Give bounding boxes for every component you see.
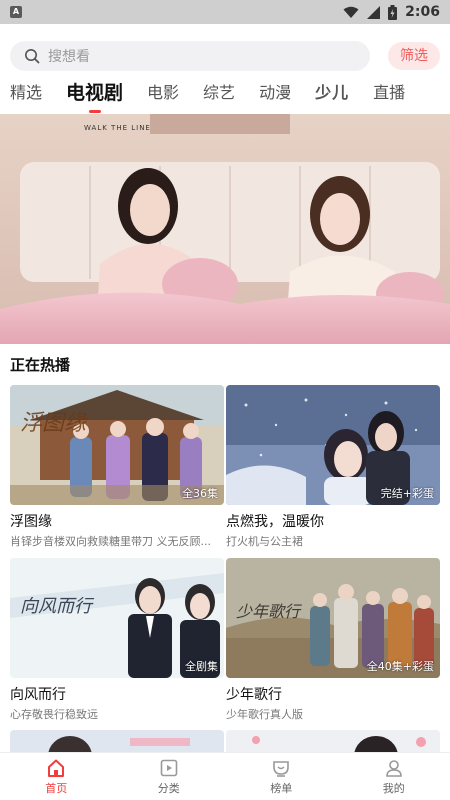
tab-kids[interactable]: 少儿 bbox=[315, 78, 349, 108]
notification-icon: A bbox=[10, 6, 22, 18]
show-card[interactable]: 少年歌行 全40集+彩蛋 少年歌行 少年歌行真人版 bbox=[226, 558, 440, 722]
show-description: 肖铎步音楼双向救赎糖里带刀 义无反顾... bbox=[10, 535, 211, 548]
show-title: 少年歌行 bbox=[226, 687, 282, 703]
tab-anime[interactable]: 动漫 bbox=[259, 78, 291, 108]
tab-live[interactable]: 直播 bbox=[373, 78, 405, 108]
nav-home[interactable]: 首页 bbox=[0, 753, 113, 800]
poster-art-text: 少年歌行 bbox=[236, 602, 301, 621]
show-card[interactable]: 完结+彩蛋 点燃我，温暖你 打火机与公主裙 bbox=[226, 385, 440, 549]
filter-button[interactable]: 筛选 bbox=[388, 42, 440, 70]
category-tabs: 精选 电视剧 电影 综艺 动漫 少儿 直播 bbox=[10, 76, 440, 113]
nav-home-label: 首页 bbox=[45, 781, 68, 795]
nav-profile[interactable]: 我的 bbox=[338, 753, 450, 800]
hero-banner[interactable]: WALK THE LINE bbox=[0, 114, 450, 344]
search-icon bbox=[25, 49, 40, 64]
tab-variety[interactable]: 综艺 bbox=[203, 78, 235, 108]
show-title: 点燃我，温暖你 bbox=[226, 514, 324, 530]
tab-tv-series-label: 电视剧 bbox=[66, 82, 124, 104]
show-poster: 浮图缘 全36集 bbox=[10, 385, 224, 505]
nav-ranking[interactable]: 榜单 bbox=[225, 753, 338, 800]
battery-icon bbox=[388, 4, 398, 20]
show-description: 少年歌行真人版 bbox=[226, 708, 303, 721]
tab-movies[interactable]: 电影 bbox=[147, 78, 179, 108]
home-icon bbox=[48, 759, 65, 777]
status-time: 2:06 bbox=[405, 4, 440, 20]
active-tab-indicator bbox=[88, 110, 101, 113]
show-description: 心存敬畏行稳致远 bbox=[10, 708, 98, 721]
category-icon bbox=[160, 759, 178, 776]
episode-badge: 全40集+彩蛋 bbox=[366, 660, 434, 673]
section-title: 正在热播 bbox=[10, 356, 71, 374]
nav-profile-label: 我的 bbox=[382, 781, 405, 795]
episode-badge: 全剧集 bbox=[185, 660, 218, 673]
bottom-nav: 首页 分类 榜单 我的 bbox=[0, 752, 450, 800]
tab-tv-series[interactable]: 电视剧 bbox=[66, 78, 124, 113]
search-placeholder: 搜想看 bbox=[48, 49, 90, 65]
show-poster: 向风而行 全剧集 bbox=[10, 558, 224, 678]
nav-ranking-label: 榜单 bbox=[270, 781, 293, 795]
episode-badge: 全36集 bbox=[182, 487, 218, 500]
poster-art-text: 浮图缘 bbox=[20, 411, 87, 436]
show-poster: 完结+彩蛋 bbox=[226, 385, 440, 505]
search-row: 搜想看 筛选 bbox=[10, 40, 440, 72]
show-description: 打火机与公主裙 bbox=[226, 535, 303, 548]
search-input[interactable]: 搜想看 bbox=[10, 41, 370, 71]
banner-image bbox=[0, 114, 450, 344]
episode-badge: 完结+彩蛋 bbox=[380, 487, 434, 500]
profile-icon bbox=[385, 759, 402, 777]
show-poster: 少年歌行 全40集+彩蛋 bbox=[226, 558, 440, 678]
ranking-icon bbox=[273, 760, 290, 777]
show-title: 浮图缘 bbox=[10, 514, 52, 530]
tab-featured[interactable]: 精选 bbox=[10, 78, 42, 108]
status-bar: A 2:06 bbox=[0, 0, 450, 24]
show-card[interactable]: 浮图缘 全36集 浮图缘 肖铎步音楼双向救赎糖里带刀 义无反顾... bbox=[10, 385, 224, 549]
cellular-signal-icon bbox=[367, 5, 381, 19]
nav-category-label: 分类 bbox=[157, 781, 180, 795]
show-title: 向风而行 bbox=[10, 687, 66, 703]
nav-category[interactable]: 分类 bbox=[113, 753, 226, 800]
wifi-icon bbox=[343, 6, 359, 18]
poster-art-text: 向风而行 bbox=[20, 596, 92, 617]
show-card[interactable]: 向风而行 全剧集 向风而行 心存敬畏行稳致远 bbox=[10, 558, 224, 722]
banner-art-subtitle: WALK THE LINE bbox=[84, 124, 151, 132]
